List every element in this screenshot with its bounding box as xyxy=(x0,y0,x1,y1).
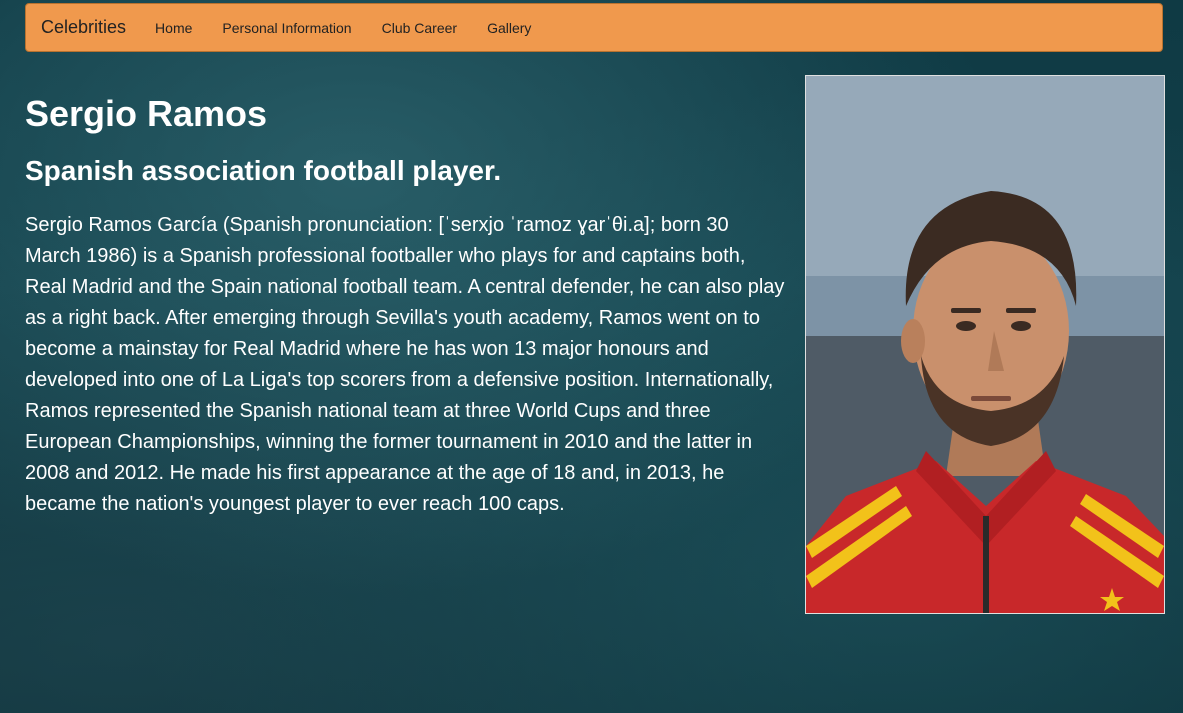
portrait-photo xyxy=(805,75,1165,614)
nav-item-home[interactable]: Home xyxy=(140,20,207,36)
biography-paragraph: Sergio Ramos García (Spanish pronunciati… xyxy=(25,214,785,515)
nav-item-gallery[interactable]: Gallery xyxy=(472,20,546,36)
page-subtitle: Spanish association football player. xyxy=(25,155,502,186)
nav-item-personal-information[interactable]: Personal Information xyxy=(207,20,366,36)
page-title: Sergio Ramos xyxy=(25,93,268,134)
main-content: Sergio Ramos Spanish association footbal… xyxy=(25,92,785,520)
top-navbar: Celebrities Home Personal Information Cl… xyxy=(25,3,1163,52)
nav-item-club-career[interactable]: Club Career xyxy=(367,20,472,36)
portrait-photo-illustration xyxy=(806,76,1164,613)
navbar-brand-link[interactable]: Celebrities xyxy=(41,17,126,38)
